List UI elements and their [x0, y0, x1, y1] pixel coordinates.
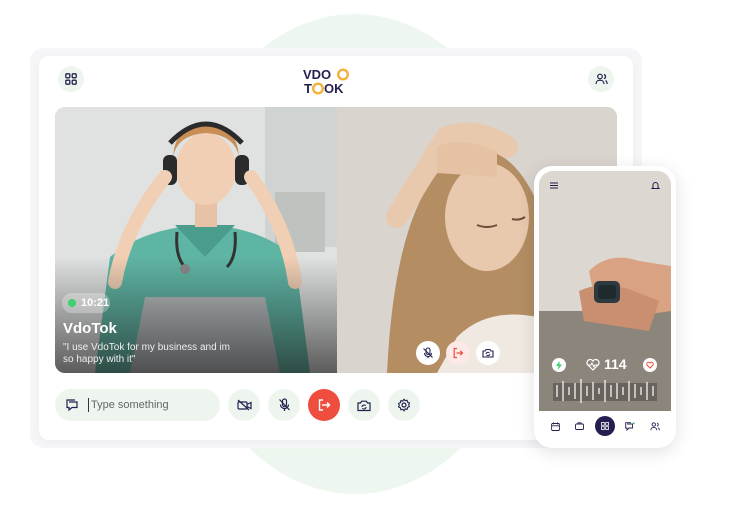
toggle-mic-button[interactable] — [268, 389, 300, 421]
call-timer: 10:21 — [62, 293, 110, 313]
svg-text:T: T — [304, 81, 312, 95]
phone-bell-icon[interactable] — [651, 181, 660, 190]
users-icon — [594, 73, 608, 85]
phone-nav-grid[interactable] — [594, 416, 615, 436]
grid-icon — [601, 422, 609, 430]
camera-off-icon — [236, 399, 252, 411]
heart-rate-value: 114 — [604, 356, 627, 372]
chat-input-box[interactable] — [55, 389, 220, 421]
bolt-icon — [556, 360, 562, 370]
video-grid — [55, 107, 617, 373]
chat-input[interactable] — [88, 398, 208, 412]
calendar-icon — [550, 421, 560, 431]
video-mute-button[interactable] — [416, 341, 440, 365]
phone-nav-calendar[interactable] — [546, 417, 564, 435]
briefcase-icon — [575, 422, 585, 430]
camera-flip-icon — [482, 348, 494, 358]
video-switch-camera-button[interactable] — [476, 341, 500, 365]
call-timer-text: 10:21 — [81, 297, 110, 309]
phone-energy-button[interactable] — [552, 358, 566, 372]
grid-icon — [65, 73, 77, 85]
switch-camera-button[interactable] — [348, 389, 380, 421]
live-indicator-dot — [68, 299, 76, 307]
end-call-button[interactable] — [308, 389, 340, 421]
mic-off-icon — [278, 398, 290, 411]
svg-text:OK: OK — [324, 81, 344, 95]
grid-menu-button[interactable] — [58, 66, 84, 92]
camera-flip-icon — [357, 400, 371, 411]
phone-nav-chat[interactable] — [621, 417, 639, 435]
heart-icon — [646, 361, 654, 369]
users-icon — [650, 421, 660, 430]
phone-nav-users[interactable] — [646, 417, 664, 435]
phone-bottom-nav — [539, 411, 671, 441]
mic-off-icon — [423, 347, 433, 359]
leave-call-icon — [453, 347, 464, 359]
toggle-camera-button[interactable] — [228, 389, 260, 421]
svg-text:VDO: VDO — [303, 67, 331, 82]
participants-button[interactable] — [588, 66, 614, 92]
caller-quote: "I use VdoTok for my business and im so … — [63, 342, 230, 365]
caller-name: VdoTok — [63, 320, 117, 337]
app-stage: VDO T OK 10:21 VdoTok "I use VdoTok for … — [0, 0, 736, 529]
phone-nav-briefcase[interactable] — [571, 417, 589, 435]
video-leave-button[interactable] — [446, 341, 470, 365]
chat-icon — [625, 421, 636, 431]
heart-rate-waveform — [553, 377, 657, 405]
leave-call-icon — [318, 399, 331, 411]
vdotok-logo: VDO T OK — [303, 67, 349, 95]
settings-icon — [397, 398, 411, 412]
phone-menu-icon[interactable] — [550, 182, 558, 189]
settings-button[interactable] — [388, 389, 420, 421]
phone-favorite-button[interactable] — [643, 358, 657, 372]
phone-screen — [539, 171, 671, 411]
heart-rate-icon — [586, 359, 600, 371]
chat-icon — [66, 398, 78, 411]
